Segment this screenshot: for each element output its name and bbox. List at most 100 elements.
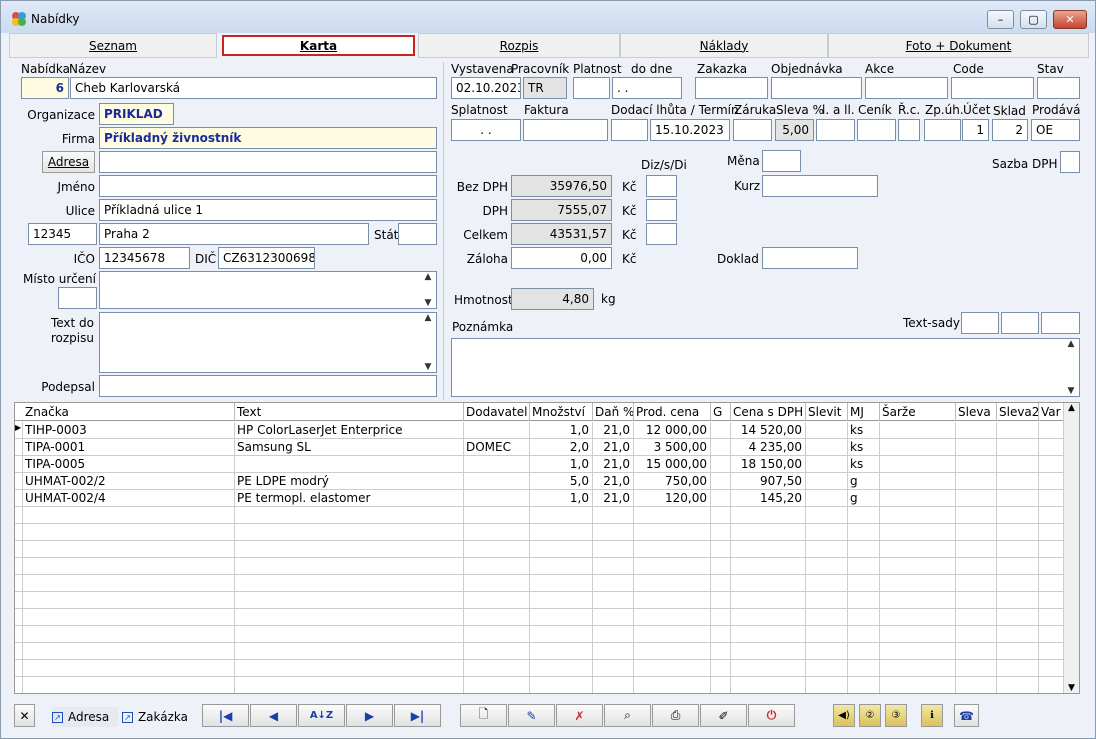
column-header[interactable]: G bbox=[711, 403, 731, 421]
pracovnik-field[interactable]: TR bbox=[523, 77, 567, 99]
empty-table-row[interactable] bbox=[15, 558, 1075, 575]
table-cell[interactable]: 4 235,00 bbox=[731, 439, 806, 456]
table-cell[interactable] bbox=[23, 524, 235, 541]
table-cell[interactable] bbox=[530, 558, 593, 575]
scroll-up-icon[interactable]: ▲ bbox=[1068, 339, 1075, 349]
table-cell[interactable] bbox=[880, 626, 956, 643]
table-cell[interactable] bbox=[530, 507, 593, 524]
empty-table-row[interactable] bbox=[15, 677, 1075, 693]
do-dne-field[interactable]: . . bbox=[612, 77, 682, 99]
table-cell[interactable] bbox=[997, 456, 1039, 473]
row-selector[interactable] bbox=[15, 609, 23, 626]
table-cell[interactable] bbox=[956, 575, 997, 592]
close-form-button[interactable]: ✕ bbox=[14, 704, 35, 727]
poznamka-scrollbar[interactable]: ▲ ▼ bbox=[1063, 339, 1079, 396]
table-cell[interactable]: Samsung SL bbox=[235, 439, 464, 456]
table-cell[interactable] bbox=[956, 592, 997, 609]
table-cell[interactable] bbox=[593, 575, 634, 592]
ulice-field[interactable]: Příkladná ulice 1 bbox=[99, 199, 437, 221]
table-cell[interactable]: 1,0 bbox=[530, 422, 593, 439]
table-cell[interactable] bbox=[530, 626, 593, 643]
celkem-field[interactable]: 43531,57 bbox=[511, 223, 612, 245]
adresa-link[interactable]: ↗ Adresa bbox=[52, 707, 118, 727]
table-cell[interactable] bbox=[235, 660, 464, 677]
row-selector[interactable] bbox=[15, 524, 23, 541]
table-cell[interactable] bbox=[593, 643, 634, 660]
stat-field[interactable] bbox=[398, 223, 437, 245]
table-cell[interactable] bbox=[530, 677, 593, 693]
table-cell[interactable] bbox=[848, 592, 880, 609]
text-sady-field-3[interactable] bbox=[1041, 312, 1080, 334]
table-row[interactable]: TIPA-0005 1,0 21,0 15 000,00 18 150,00 ks bbox=[15, 456, 1075, 473]
column-header[interactable]: Dodavatel bbox=[464, 403, 530, 421]
splatnost-field[interactable]: . . bbox=[451, 119, 521, 141]
jmeno-field[interactable] bbox=[99, 175, 437, 197]
table-cell[interactable] bbox=[464, 456, 530, 473]
zaruka-field[interactable] bbox=[733, 119, 772, 141]
table-cell[interactable] bbox=[806, 592, 848, 609]
table-cell[interactable]: ks bbox=[848, 422, 880, 439]
zakazka-field[interactable] bbox=[695, 77, 768, 99]
empty-table-row[interactable] bbox=[15, 524, 1075, 541]
table-cell[interactable]: 5,0 bbox=[530, 473, 593, 490]
table-cell[interactable] bbox=[731, 575, 806, 592]
table-cell[interactable] bbox=[956, 677, 997, 693]
table-cell[interactable] bbox=[848, 524, 880, 541]
table-cell[interactable] bbox=[235, 643, 464, 660]
scroll-up-icon[interactable]: ▲ bbox=[1068, 403, 1075, 413]
table-cell[interactable]: 21,0 bbox=[593, 422, 634, 439]
table-cell[interactable]: PE termopl. elastomer bbox=[235, 490, 464, 507]
zakazka-link[interactable]: ↗ Zakázka bbox=[122, 707, 188, 727]
table-cell[interactable] bbox=[23, 592, 235, 609]
help-2-button[interactable]: ② bbox=[859, 704, 881, 727]
table-cell[interactable] bbox=[731, 677, 806, 693]
table-cell[interactable] bbox=[711, 524, 731, 541]
table-cell[interactable] bbox=[711, 592, 731, 609]
table-cell[interactable] bbox=[956, 541, 997, 558]
row-selector[interactable] bbox=[15, 439, 23, 456]
table-cell[interactable]: TIPA-0001 bbox=[23, 439, 235, 456]
adresa-field[interactable] bbox=[99, 151, 437, 173]
scroll-down-icon[interactable]: ▼ bbox=[425, 362, 432, 372]
table-cell[interactable] bbox=[880, 524, 956, 541]
misto-urceni-field[interactable]: ▲ ▼ bbox=[99, 271, 437, 309]
table-cell[interactable] bbox=[711, 507, 731, 524]
text-sady-field-1[interactable] bbox=[961, 312, 999, 334]
nabidka-number-field[interactable]: 6 bbox=[21, 77, 69, 99]
row-selector[interactable] bbox=[15, 473, 23, 490]
faktura-field[interactable] bbox=[523, 119, 608, 141]
mesto-field[interactable]: Praha 2 bbox=[99, 223, 369, 245]
table-cell[interactable] bbox=[634, 592, 711, 609]
table-cell[interactable] bbox=[235, 592, 464, 609]
column-header[interactable]: MJ bbox=[848, 403, 880, 421]
table-cell[interactable] bbox=[956, 473, 997, 490]
table-cell[interactable]: 750,00 bbox=[634, 473, 711, 490]
table-cell[interactable]: 21,0 bbox=[593, 490, 634, 507]
table-cell[interactable] bbox=[711, 558, 731, 575]
table-cell[interactable]: TIPA-0005 bbox=[23, 456, 235, 473]
bez-dph-field[interactable]: 35976,50 bbox=[511, 175, 612, 197]
column-header[interactable]: Prod. cena bbox=[634, 403, 711, 421]
table-cell[interactable] bbox=[848, 609, 880, 626]
table-cell[interactable] bbox=[997, 626, 1039, 643]
row-selector[interactable] bbox=[15, 677, 23, 693]
table-cell[interactable] bbox=[593, 609, 634, 626]
table-cell[interactable] bbox=[956, 660, 997, 677]
scroll-down-icon[interactable]: ▼ bbox=[425, 298, 432, 308]
table-cell[interactable] bbox=[530, 575, 593, 592]
empty-table-row[interactable] bbox=[15, 592, 1075, 609]
table-cell[interactable] bbox=[593, 541, 634, 558]
table-cell[interactable] bbox=[235, 626, 464, 643]
table-cell[interactable] bbox=[848, 507, 880, 524]
zpuh-field[interactable] bbox=[924, 119, 961, 141]
empty-table-row[interactable] bbox=[15, 507, 1075, 524]
organizace-field[interactable]: PRIKLAD bbox=[99, 103, 174, 125]
table-cell[interactable] bbox=[848, 643, 880, 660]
empty-table-row[interactable] bbox=[15, 660, 1075, 677]
table-cell[interactable] bbox=[956, 524, 997, 541]
table-cell[interactable] bbox=[464, 541, 530, 558]
table-cell[interactable] bbox=[464, 558, 530, 575]
termin-field[interactable]: 15.10.2023 bbox=[650, 119, 730, 141]
stav-field[interactable] bbox=[1037, 77, 1080, 99]
table-cell[interactable] bbox=[464, 473, 530, 490]
